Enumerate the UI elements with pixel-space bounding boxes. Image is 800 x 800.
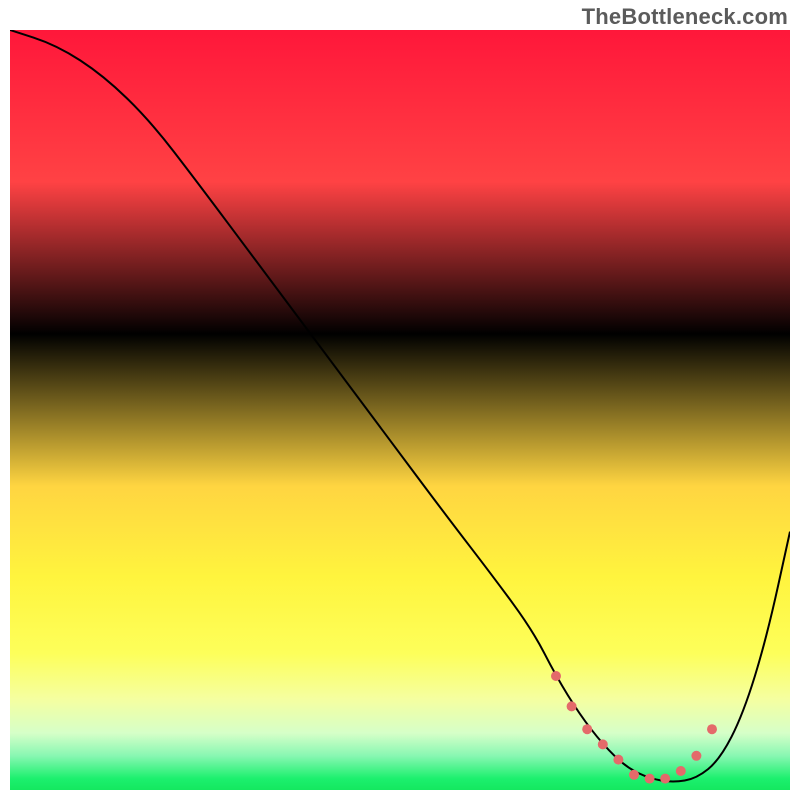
highlight-dot bbox=[660, 774, 670, 784]
highlight-dot bbox=[613, 755, 623, 765]
highlight-dot bbox=[629, 770, 639, 780]
highlight-dot bbox=[582, 724, 592, 734]
gradient-rect bbox=[10, 30, 790, 790]
highlight-dot bbox=[691, 751, 701, 761]
watermark-text: TheBottleneck.com bbox=[582, 4, 788, 30]
highlight-dot bbox=[676, 766, 686, 776]
chart-stage: TheBottleneck.com bbox=[0, 0, 800, 800]
chart-svg bbox=[10, 30, 790, 790]
highlight-dot bbox=[707, 724, 717, 734]
highlight-dot bbox=[645, 774, 655, 784]
highlight-dot bbox=[567, 701, 577, 711]
highlight-dot bbox=[551, 671, 561, 681]
plot-area bbox=[10, 30, 790, 790]
highlight-dot bbox=[598, 739, 608, 749]
